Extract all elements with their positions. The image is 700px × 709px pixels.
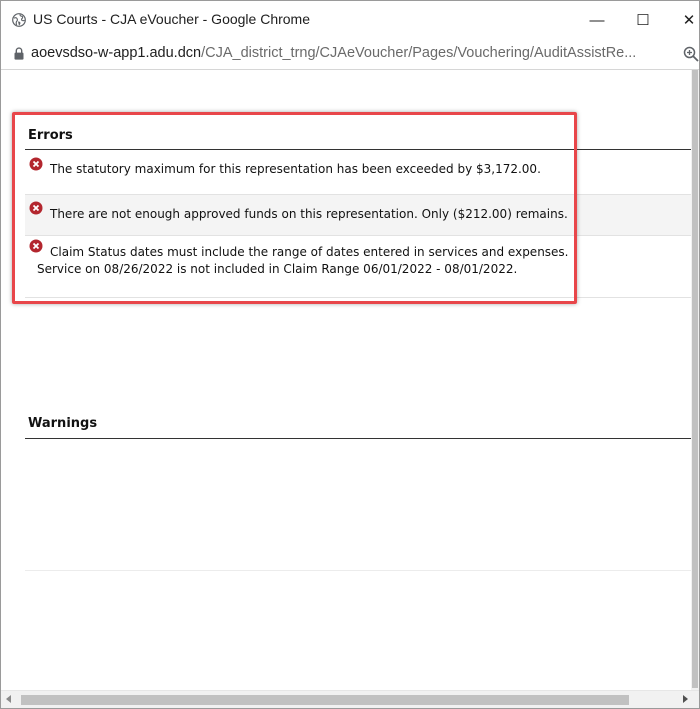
title-bar[interactable]: US Courts - CJA eVoucher - Google Chrome… — [1, 1, 699, 39]
url-host: aoevsdso-w-app1.adu.dcn — [31, 45, 202, 61]
browser-window: US Courts - CJA eVoucher - Google Chrome… — [0, 0, 700, 709]
lock-icon[interactable] — [14, 47, 24, 60]
minimize-button[interactable]: — — [574, 1, 620, 39]
horizontal-scrollbar[interactable] — [1, 690, 699, 708]
minimize-icon: — — [589, 11, 605, 29]
horizontal-scroll-thumb[interactable] — [21, 695, 629, 705]
warnings-heading: Warnings — [28, 416, 98, 431]
scroll-right-arrow-icon[interactable] — [683, 695, 688, 703]
url-text[interactable]: aoevsdso-w-app1.adu.dcn/CJA_district_trn… — [31, 45, 636, 61]
window-title: US Courts - CJA eVoucher - Google Chrome — [33, 11, 311, 27]
vertical-scrollbar[interactable] — [691, 70, 699, 690]
vertical-scroll-thumb[interactable] — [692, 70, 698, 688]
url-path: /CJA_district_trng/CJAeVoucher/Pages/Vou… — [201, 45, 637, 61]
warnings-heading-rule — [25, 438, 695, 439]
highlight-annotation-box — [12, 112, 577, 304]
zoom-icon[interactable] — [683, 46, 699, 62]
maximize-button[interactable]: ☐ — [620, 1, 666, 39]
scroll-left-arrow-icon[interactable] — [6, 695, 11, 703]
close-icon: ✕ — [682, 12, 696, 29]
maximize-icon: ☐ — [636, 12, 650, 29]
close-button[interactable]: ✕ — [666, 1, 699, 39]
address-bar[interactable]: aoevsdso-w-app1.adu.dcn/CJA_district_trn… — [1, 39, 699, 70]
warnings-divider — [25, 570, 695, 571]
globe-icon — [12, 13, 26, 27]
